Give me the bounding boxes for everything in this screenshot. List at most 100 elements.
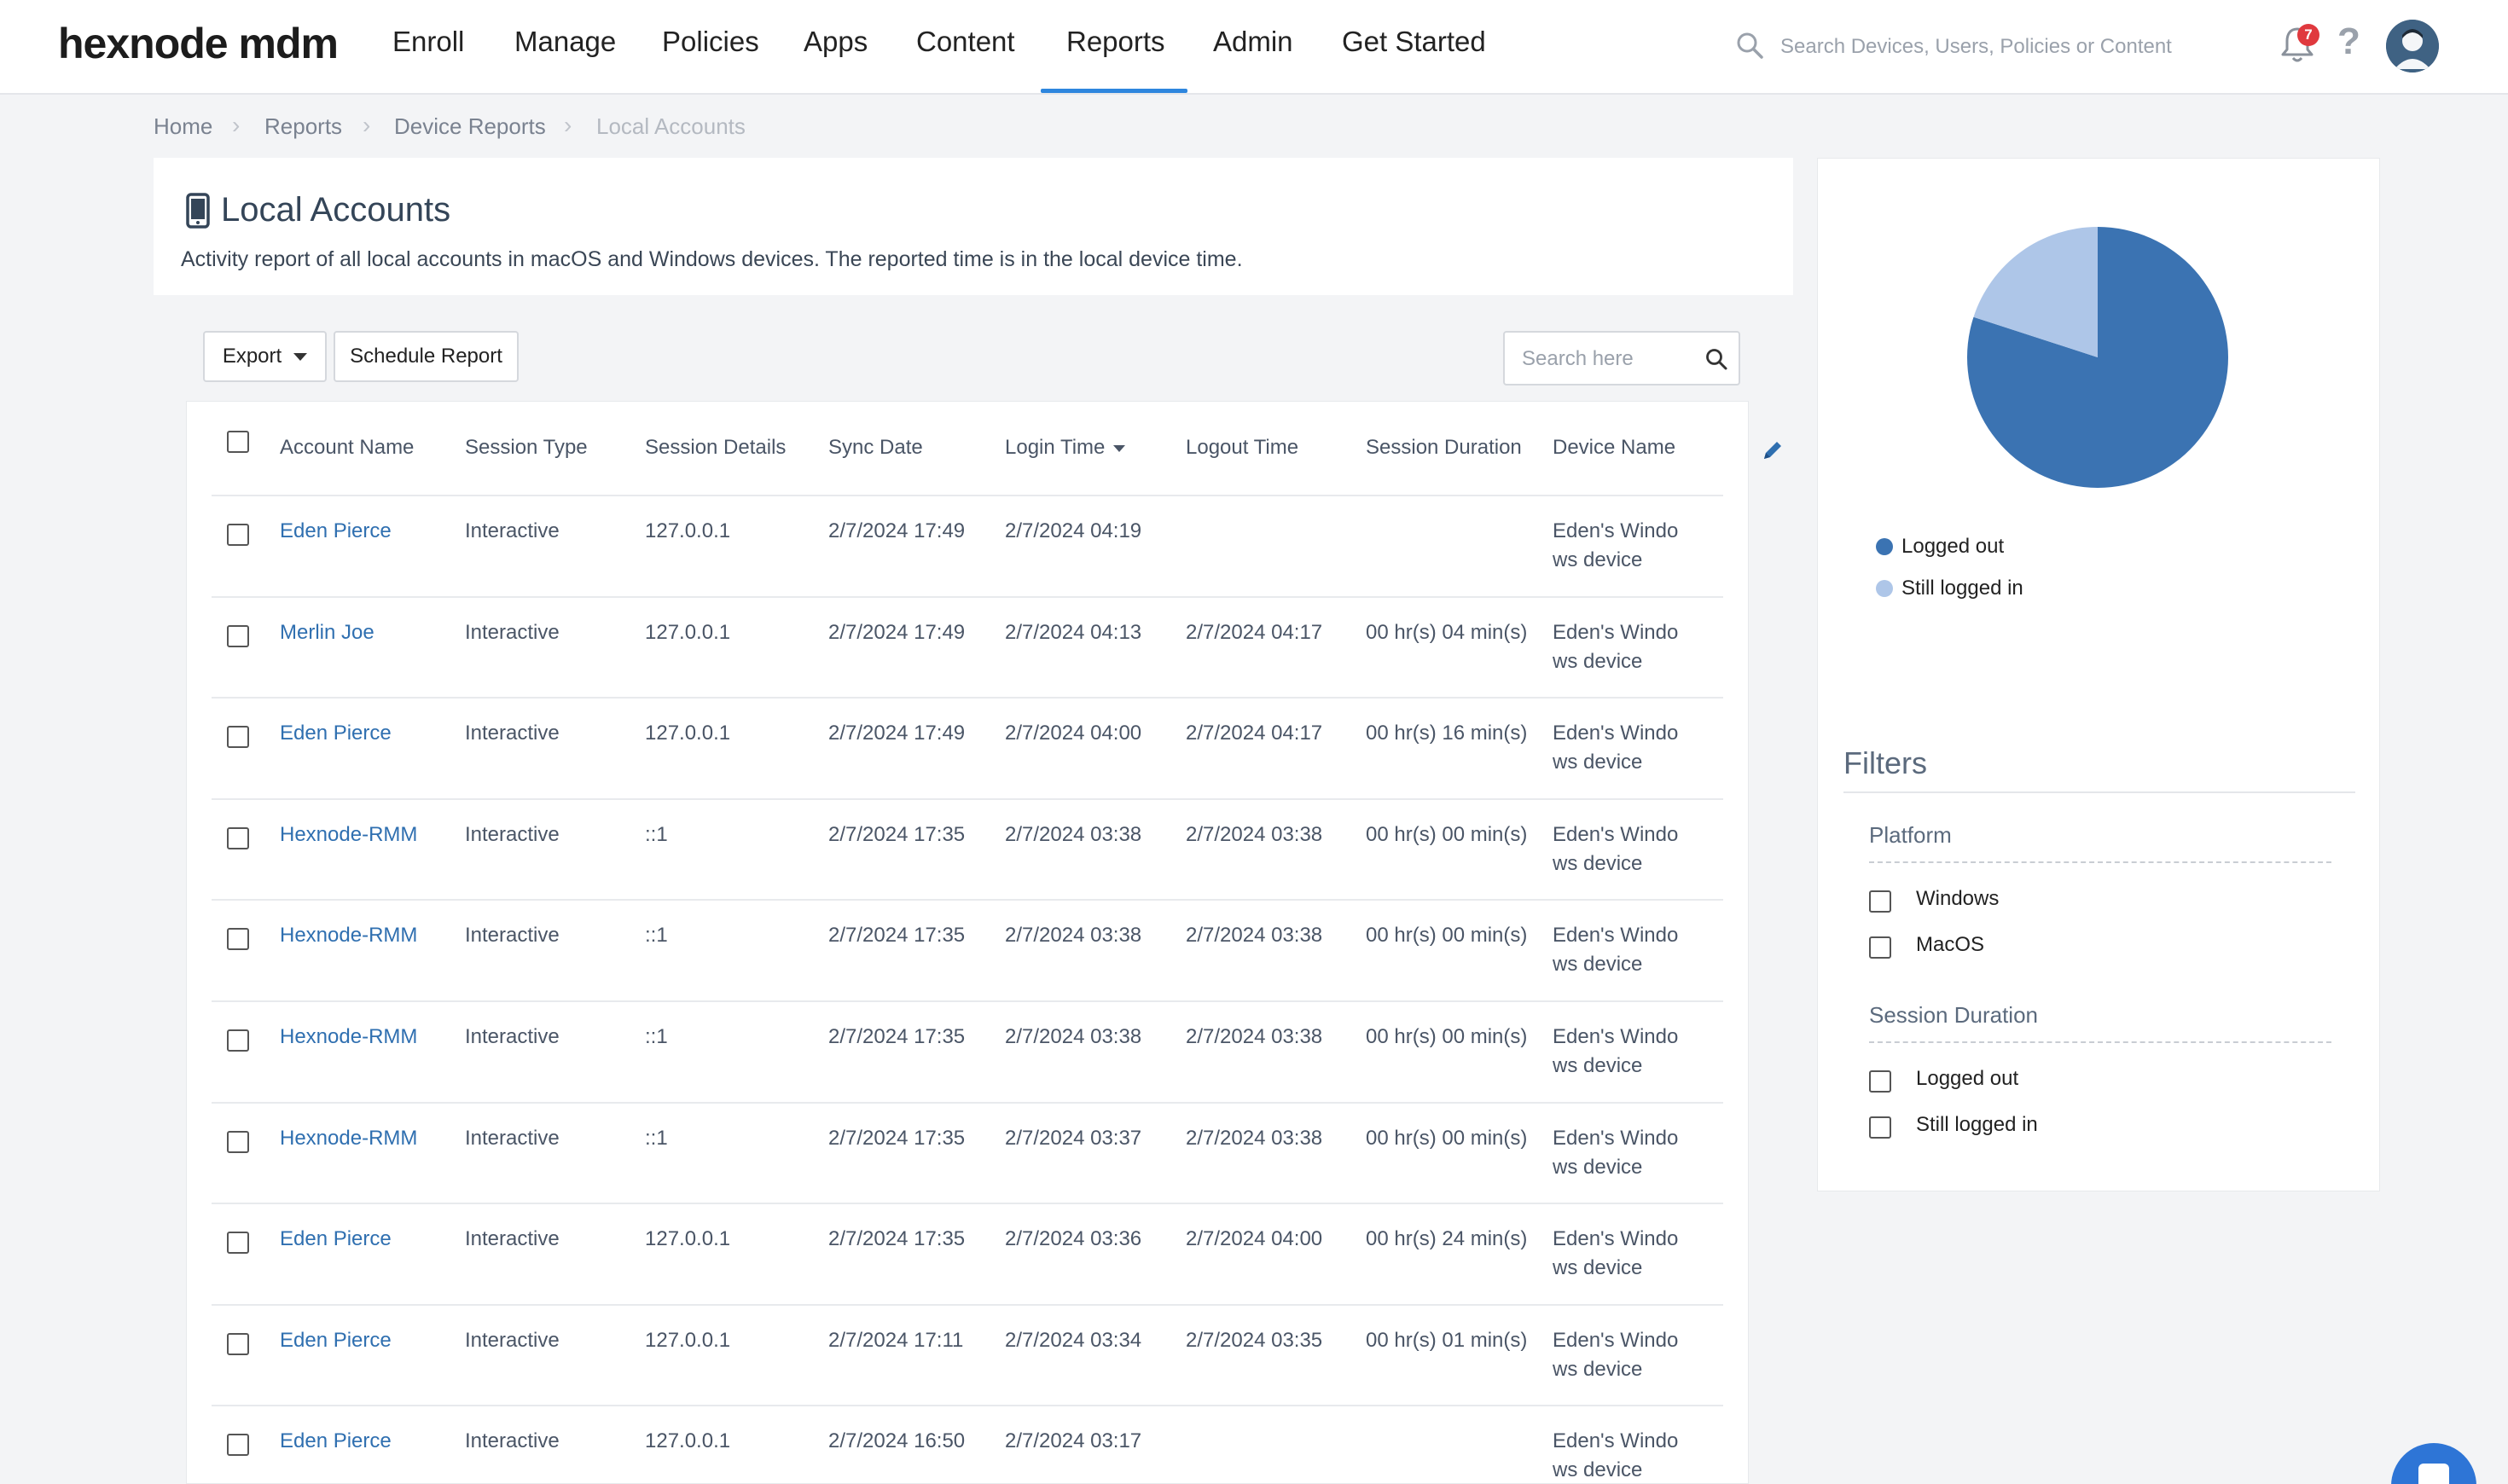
nav-get-started[interactable]: Get Started xyxy=(1342,26,1486,58)
column-header-login-time[interactable]: Login Time xyxy=(1005,436,1126,460)
cell-device-name: Eden's Windo ws device xyxy=(1553,519,1679,571)
filter-checkbox-logged-out[interactable] xyxy=(1869,1070,1891,1093)
cell-login-time: 2/7/2024 03:38 xyxy=(1005,924,1142,947)
select-all-checkbox[interactable] xyxy=(227,431,249,453)
cell-logout-time: 2/7/2024 04:17 xyxy=(1186,621,1323,644)
row-checkbox[interactable] xyxy=(227,827,249,849)
cell-sync-date: 2/7/2024 17:35 xyxy=(828,1127,966,1150)
cell-logout-time: 2/7/2024 04:00 xyxy=(1186,1227,1323,1250)
cell-session-duration: 00 hr(s) 00 min(s) xyxy=(1366,924,1528,947)
cell-sync-date: 2/7/2024 17:49 xyxy=(828,621,966,644)
cell-sync-date: 2/7/2024 17:11 xyxy=(828,1329,964,1352)
cell-login-time: 2/7/2024 03:34 xyxy=(1005,1329,1142,1352)
row-checkbox[interactable] xyxy=(227,1232,249,1254)
filters-divider xyxy=(1843,791,2355,793)
cell-account-name[interactable]: Eden Pierce xyxy=(280,1326,392,1355)
cell-session-type: Interactive xyxy=(465,1429,560,1452)
filters-title: Filters xyxy=(1843,745,1927,780)
column-header-session-details[interactable]: Session Details xyxy=(645,436,786,460)
cell-account-name[interactable]: Hexnode-RMM xyxy=(280,820,417,849)
cell-sync-date: 2/7/2024 17:49 xyxy=(828,722,966,745)
chat-bubble-icon xyxy=(2418,1464,2449,1484)
nav-enroll[interactable]: Enroll xyxy=(392,26,464,58)
nav-apps[interactable]: Apps xyxy=(804,26,868,58)
filter-checkbox-windows[interactable] xyxy=(1869,890,1891,913)
legend-swatch-logged-out xyxy=(1876,538,1893,555)
cell-logout-time: 2/7/2024 03:38 xyxy=(1186,823,1323,846)
cell-session-duration: 00 hr(s) 00 min(s) xyxy=(1366,1025,1528,1048)
row-checkbox[interactable] xyxy=(227,524,249,546)
nav-policies[interactable]: Policies xyxy=(662,26,759,58)
filter-group-session-duration: Session Duration xyxy=(1869,1002,2038,1028)
nav-manage[interactable]: Manage xyxy=(514,26,616,58)
cell-sync-date: 2/7/2024 17:49 xyxy=(828,519,966,542)
row-checkbox[interactable] xyxy=(227,928,249,950)
cell-logout-time: 2/7/2024 03:38 xyxy=(1186,924,1323,947)
cell-sync-date: 2/7/2024 17:35 xyxy=(828,924,966,947)
cell-account-name[interactable]: Eden Pierce xyxy=(280,719,392,748)
cell-session-duration: 00 hr(s) 00 min(s) xyxy=(1366,1127,1528,1150)
cell-session-duration: 00 hr(s) 01 min(s) xyxy=(1366,1329,1528,1352)
report-search-input[interactable] xyxy=(1522,346,1692,372)
column-header-session-duration[interactable]: Session Duration xyxy=(1366,436,1522,460)
breadcrumb-home[interactable]: Home xyxy=(154,113,212,140)
cell-account-name[interactable]: Hexnode-RMM xyxy=(280,1023,417,1052)
cell-account-name[interactable]: Eden Pierce xyxy=(280,517,392,546)
cell-account-name[interactable]: Eden Pierce xyxy=(280,1225,392,1254)
breadcrumb-reports[interactable]: Reports xyxy=(264,113,342,140)
edit-columns-pencil-icon[interactable] xyxy=(1761,438,1785,462)
chat-support-button[interactable] xyxy=(2391,1443,2476,1484)
nav-reports[interactable]: Reports xyxy=(1066,26,1165,58)
global-search-input[interactable] xyxy=(1780,32,2224,61)
nav-content[interactable]: Content xyxy=(916,26,1015,58)
mobile-device-icon xyxy=(186,193,210,229)
schedule-report-button[interactable]: Schedule Report xyxy=(334,331,519,382)
cell-session-details: ::1 xyxy=(645,823,668,846)
column-header-device-name[interactable]: Device Name xyxy=(1553,436,1675,460)
column-header-account-name[interactable]: Account Name xyxy=(280,436,414,460)
row-checkbox[interactable] xyxy=(227,625,249,647)
legend-label-logged-out: Logged out xyxy=(1901,535,2005,558)
nav-admin[interactable]: Admin xyxy=(1213,26,1293,58)
cell-account-name[interactable]: Eden Pierce xyxy=(280,1427,392,1456)
breadcrumb-device-reports[interactable]: Device Reports xyxy=(394,113,546,140)
row-checkbox[interactable] xyxy=(227,1333,249,1355)
cell-logout-time: 2/7/2024 03:35 xyxy=(1186,1329,1323,1352)
cell-session-duration: 00 hr(s) 00 min(s) xyxy=(1366,823,1528,846)
brand-logo[interactable]: hexnode mdm xyxy=(58,19,339,68)
cell-device-name: Eden's Windo ws device xyxy=(1553,1429,1679,1481)
filter-checkbox-macos[interactable] xyxy=(1869,936,1891,959)
export-dropdown-button[interactable]: Export xyxy=(203,331,327,382)
column-header-sync-date[interactable]: Sync Date xyxy=(828,436,923,460)
breadcrumb-current: Local Accounts xyxy=(596,113,746,139)
filter-checkbox-still-logged-in[interactable] xyxy=(1869,1116,1891,1139)
cell-account-name[interactable]: Hexnode-RMM xyxy=(280,1124,417,1153)
breadcrumb-chevron-icon: › xyxy=(232,112,241,138)
filter-group-platform: Platform xyxy=(1869,822,1952,848)
cell-session-type: Interactive xyxy=(465,621,560,644)
filter-label-still-logged-in: Still logged in xyxy=(1916,1113,2038,1136)
cell-sync-date: 2/7/2024 17:35 xyxy=(828,1227,966,1250)
row-divider xyxy=(212,697,1723,699)
column-header-logout-time[interactable]: Logout Time xyxy=(1186,436,1298,460)
cell-session-details: 127.0.0.1 xyxy=(645,621,731,644)
user-avatar[interactable] xyxy=(2386,20,2439,72)
cell-account-name[interactable]: Hexnode-RMM xyxy=(280,921,417,950)
cell-account-name[interactable]: Merlin Joe xyxy=(280,618,374,647)
column-header-session-type[interactable]: Session Type xyxy=(465,436,588,460)
page-title: Local Accounts xyxy=(221,191,451,229)
cell-device-name: Eden's Windo ws device xyxy=(1553,621,1679,673)
row-checkbox[interactable] xyxy=(227,1131,249,1153)
cell-sync-date: 2/7/2024 16:50 xyxy=(828,1429,966,1452)
cell-login-time: 2/7/2024 03:17 xyxy=(1005,1429,1142,1452)
sort-descending-icon xyxy=(1113,444,1126,452)
row-checkbox[interactable] xyxy=(227,1029,249,1052)
cell-session-details: 127.0.0.1 xyxy=(645,1227,731,1250)
cell-session-details: 127.0.0.1 xyxy=(645,722,731,745)
search-icon[interactable] xyxy=(1704,347,1728,371)
breadcrumb-chevron-icon: › xyxy=(564,112,572,138)
legend-label-still-logged-in: Still logged in xyxy=(1901,577,2023,600)
row-checkbox[interactable] xyxy=(227,726,249,748)
help-icon[interactable]: ? xyxy=(2337,20,2360,63)
row-checkbox[interactable] xyxy=(227,1434,249,1456)
